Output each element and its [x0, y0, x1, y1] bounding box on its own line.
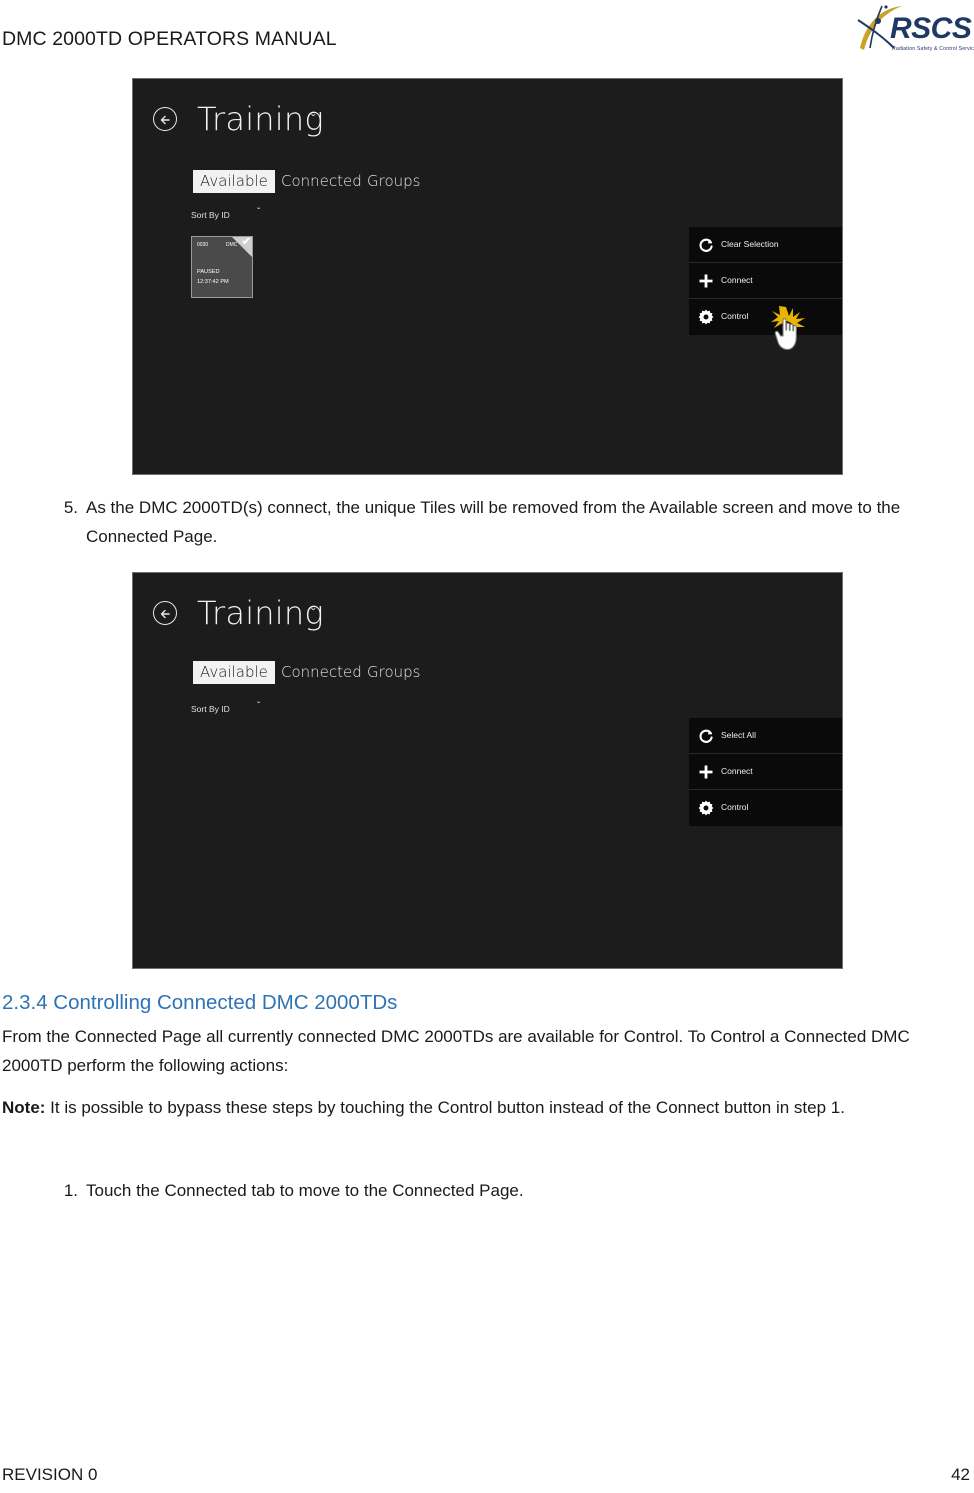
title-chevron-down-icon[interactable]: ˇ [311, 111, 316, 127]
note-paragraph: Note: It is possible to bypass these ste… [2, 1093, 954, 1122]
tile-device-id: 0030 [197, 242, 209, 248]
section-body-paragraph: From the Connected Page all currently co… [2, 1027, 910, 1075]
control-label: Control [721, 802, 749, 812]
tab-connected[interactable]: Connected [281, 663, 362, 681]
connect-label: Connect [721, 275, 753, 285]
footer-page-number: 42 [951, 1465, 970, 1484]
select-all-button[interactable]: Select All [689, 718, 842, 754]
clear-selection-label: Clear Selection [721, 239, 779, 249]
back-button[interactable] [153, 601, 177, 625]
gear-icon [698, 309, 714, 325]
connect-button[interactable]: Connect [689, 754, 842, 790]
footer-revision: REVISION 0 [2, 1465, 98, 1484]
connect-label: Connect [721, 766, 753, 776]
sort-by-label[interactable]: Sort By ID [191, 704, 230, 714]
sort-by-chevron-down-icon[interactable]: ˇ [257, 701, 260, 712]
step1-number: 1. [63, 1181, 78, 1200]
step5-number: 5. [63, 498, 78, 517]
sort-by-chevron-down-icon[interactable]: ˇ [257, 207, 260, 218]
tab-groups[interactable]: Groups [367, 663, 420, 681]
plus-icon [699, 765, 713, 779]
app-page-title: Training [197, 594, 324, 632]
page-header: DMC 2000TD OPERATORS MANUAL RSCS Radiati… [0, 0, 974, 66]
connect-button[interactable]: Connect [689, 263, 842, 299]
running-head-title: DMC 2000TD OPERATORS MANUAL [2, 28, 337, 50]
tile-status: PAUSED [197, 269, 220, 275]
clear-selection-button[interactable]: Clear Selection [689, 227, 842, 263]
control-label: Control [721, 311, 749, 321]
command-bar: Select All Connect Control [689, 718, 842, 826]
logo-wordmark: RSCS [890, 12, 972, 45]
title-chevron-down-icon[interactable]: ˇ [311, 605, 316, 621]
tab-groups[interactable]: Groups [367, 172, 420, 190]
screenshot-available-with-tile: Training ˇ Available Connected Groups So… [132, 78, 843, 475]
step5-text: As the DMC 2000TD(s) connect, the unique… [86, 498, 901, 546]
control-button[interactable]: Control [689, 790, 842, 826]
rscs-logo: RSCS Radiation Safety & Control Services [856, 2, 974, 58]
command-bar: Clear Selection Connect Control [689, 227, 842, 335]
check-icon: ✔ [241, 236, 251, 248]
select-all-icon [699, 729, 713, 743]
back-arrow-icon [160, 115, 170, 125]
note-label: Note: [2, 1098, 46, 1117]
screenshot-available-empty: Training ˇ Available Connected Groups So… [132, 572, 843, 969]
device-tile[interactable]: ✔ 0030 DMC PAUSED 12:37:42 PM [191, 236, 253, 298]
sort-by-label[interactable]: Sort By ID [191, 210, 230, 220]
tab-available[interactable]: Available [193, 170, 275, 193]
gear-icon [698, 800, 714, 816]
plus-icon [699, 274, 713, 288]
tab-connected[interactable]: Connected [281, 172, 362, 190]
clear-selection-icon [699, 238, 713, 252]
select-all-label: Select All [721, 730, 756, 740]
note-text: It is possible to bypass these steps by … [45, 1098, 845, 1117]
section-heading: 2.3.4 Controlling Connected DMC 2000TDs [2, 991, 398, 1014]
control-button[interactable]: Control [689, 299, 842, 335]
back-button[interactable] [153, 107, 177, 131]
logo-tagline: Radiation Safety & Control Services [892, 46, 974, 52]
tab-available[interactable]: Available [193, 661, 275, 684]
step1-text: Touch the Connected tab to move to the C… [86, 1181, 524, 1200]
tile-device-model: DMC [226, 242, 238, 248]
app-page-title: Training [197, 100, 324, 138]
tile-timestamp: 12:37:42 PM [197, 279, 229, 285]
back-arrow-icon [160, 609, 170, 619]
